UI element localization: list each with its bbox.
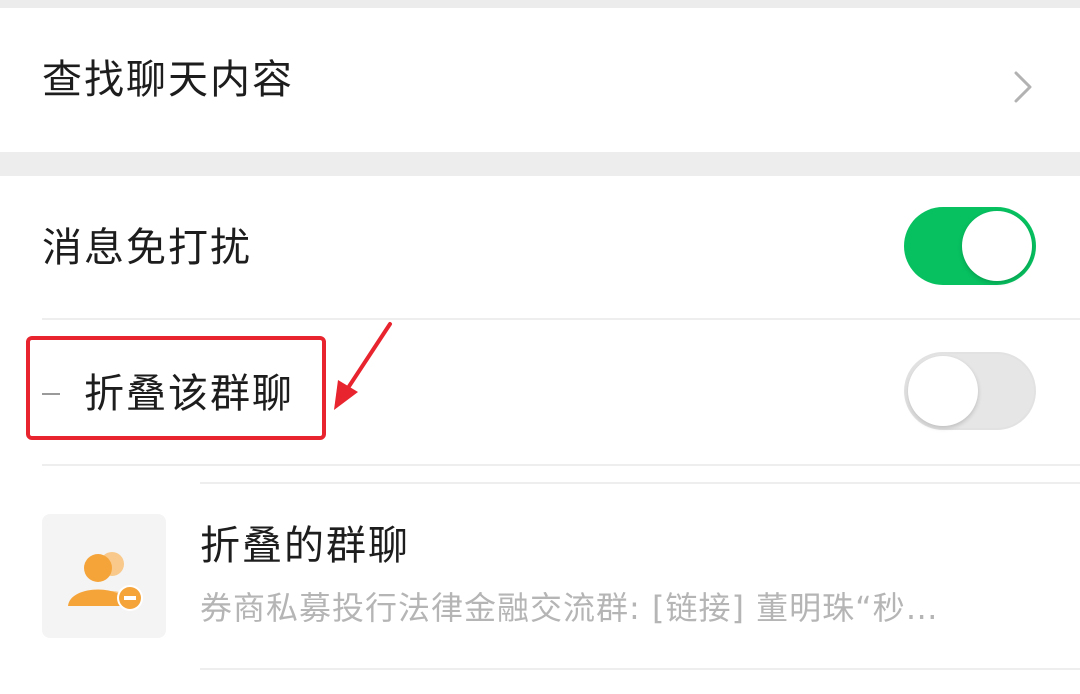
search-chat-row[interactable]: 查找聊天内容 — [0, 8, 1080, 152]
divider — [200, 668, 1080, 670]
annotation-highlight-box — [26, 336, 326, 440]
toggle-knob — [908, 356, 978, 426]
mute-notifications-toggle[interactable] — [904, 207, 1036, 285]
annotation-arrow-icon — [334, 322, 392, 410]
divider — [200, 482, 1080, 484]
fold-group-toggle[interactable] — [904, 352, 1036, 430]
mute-notifications-label: 消息免打扰 — [42, 225, 252, 271]
top-separator — [0, 0, 1080, 8]
divider — [42, 318, 1080, 320]
folded-chats-preview: 券商私募投行法律金融交流群: [链接] 董明珠“秒… — [200, 592, 939, 624]
folded-chats-title: 折叠的群聊 — [200, 523, 410, 569]
folded-group-icon — [68, 552, 143, 611]
divider — [42, 464, 1080, 466]
search-chat-label: 查找聊天内容 — [42, 57, 294, 103]
folded-chats-avatar — [42, 514, 166, 638]
toggle-knob — [962, 211, 1032, 281]
chevron-right-icon — [1014, 71, 1032, 103]
